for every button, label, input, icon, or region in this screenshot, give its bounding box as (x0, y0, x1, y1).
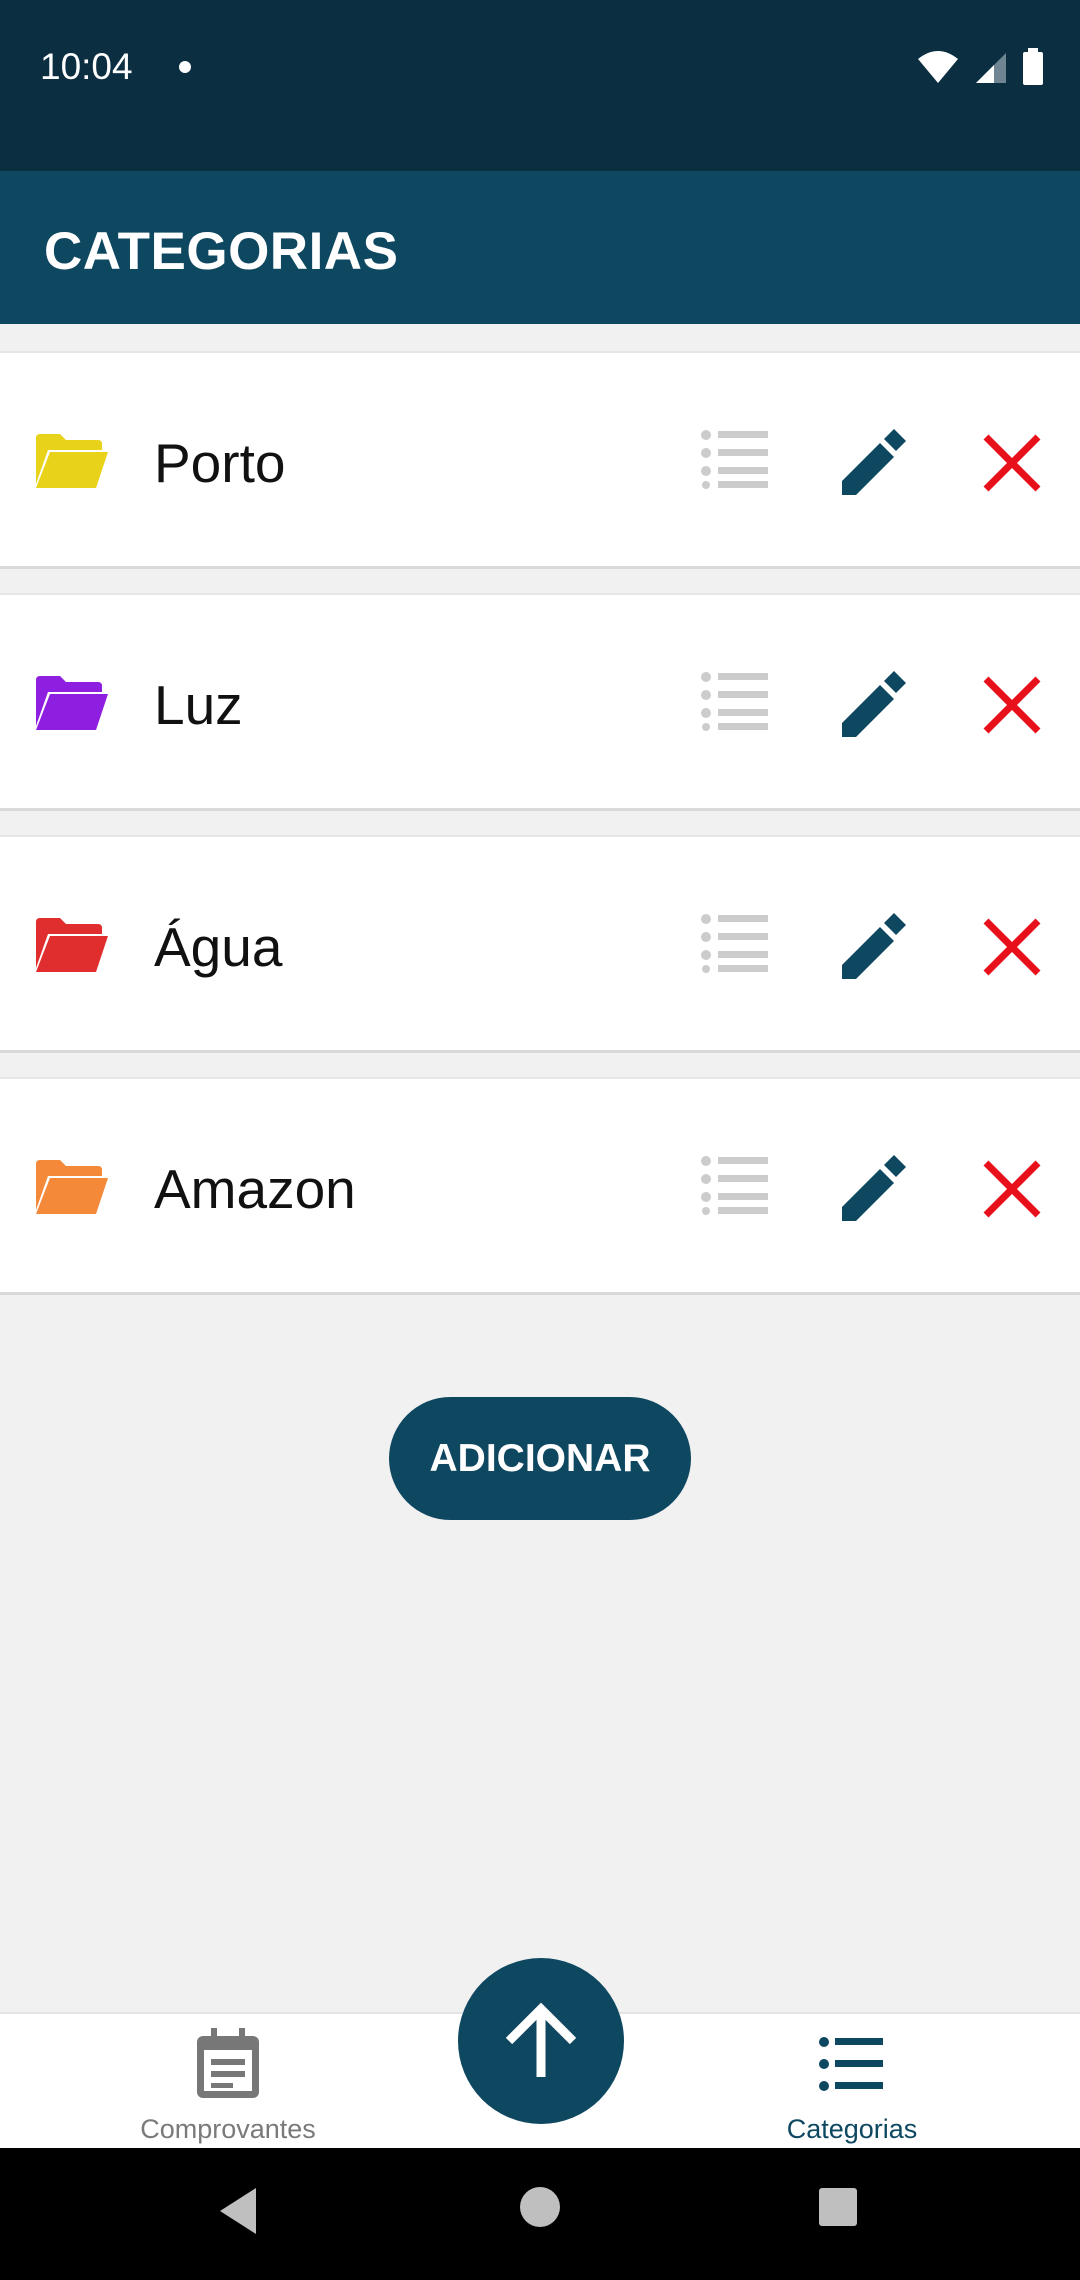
page-title: CATEGORIAS (44, 222, 399, 281)
signal-icon (976, 53, 1006, 83)
app-bar: CATEGORIAS (0, 171, 1080, 324)
list-icon[interactable] (700, 1155, 770, 1215)
category-card[interactable]: Luz (0, 593, 1080, 811)
nav-label-categorias: Categorias (786, 2114, 918, 2144)
status-icons (916, 48, 1044, 86)
wifi-icon (918, 51, 958, 83)
edit-pencil-icon[interactable] (838, 1155, 906, 1223)
folder-icon (36, 676, 108, 730)
edit-pencil-icon[interactable] (838, 671, 906, 739)
folder-icon (36, 918, 108, 972)
upload-fab-button[interactable] (458, 1958, 624, 2124)
category-name: Amazon (154, 1158, 356, 1220)
category-card[interactable]: Amazon (0, 1077, 1080, 1295)
list-icon[interactable] (700, 429, 770, 489)
category-list: Porto Luz Água Amazon (0, 351, 1080, 1319)
add-button[interactable]: ADICIONAR (389, 1397, 691, 1520)
arrow-up-icon (505, 2002, 577, 2077)
home-icon[interactable] (519, 2186, 561, 2228)
battery-icon (1023, 48, 1043, 85)
system-nav-bar (0, 2148, 1080, 2280)
calendar-icon (197, 2028, 259, 2098)
delete-icon[interactable] (980, 673, 1044, 737)
nav-label-comprovantes: Comprovantes (140, 2114, 316, 2144)
category-name: Luz (154, 674, 243, 736)
notification-dot-icon (179, 61, 191, 73)
status-time: 10:04 (40, 46, 133, 87)
edit-pencil-icon[interactable] (838, 429, 906, 497)
list-icon (819, 2037, 883, 2091)
category-name: Porto (154, 432, 286, 494)
recents-icon[interactable] (817, 2186, 859, 2228)
status-bar: 10:04 (0, 0, 1080, 171)
delete-icon[interactable] (980, 1157, 1044, 1221)
list-icon[interactable] (700, 913, 770, 973)
delete-icon[interactable] (980, 431, 1044, 495)
folder-icon (36, 1160, 108, 1214)
folder-icon (36, 434, 108, 488)
category-card[interactable]: Água (0, 835, 1080, 1053)
nav-item-categorias[interactable]: Categorias (702, 2014, 1002, 2150)
category-name: Água (154, 916, 283, 978)
edit-pencil-icon[interactable] (838, 913, 906, 981)
list-icon[interactable] (700, 671, 770, 731)
category-card[interactable]: Porto (0, 351, 1080, 569)
nav-item-comprovantes[interactable]: Comprovantes (78, 2014, 378, 2150)
delete-icon[interactable] (980, 915, 1044, 979)
back-icon[interactable] (216, 2186, 260, 2236)
